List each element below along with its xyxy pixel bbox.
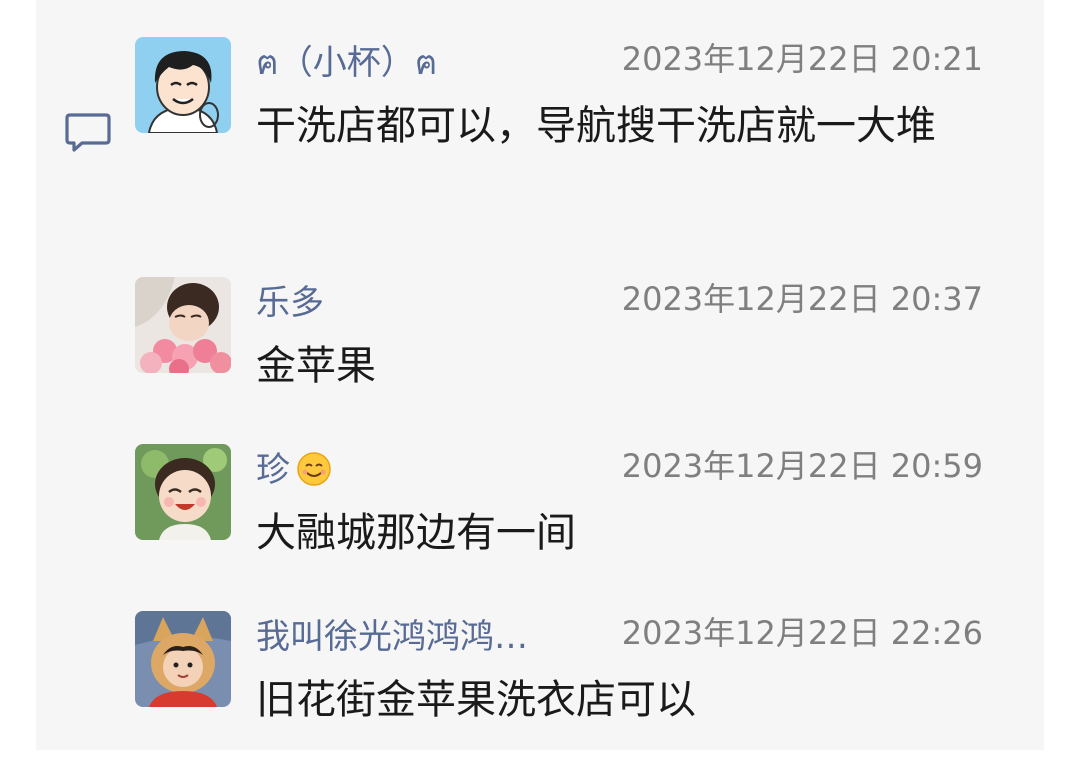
comment-item[interactable]: 珍 2023年12月22日 20:59 大融城那边有一间 xyxy=(135,444,1005,564)
commenter-name[interactable]: 珍 xyxy=(256,450,332,496)
comment-text: 干洗店都可以，导航搜干洗店就一大堆 xyxy=(256,103,936,149)
comment-timestamp: 2023年12月22日 20:21 xyxy=(621,40,983,78)
comment-timestamp: 2023年12月22日 22:26 xyxy=(621,614,983,652)
comment-item[interactable]: 乐多 2023年12月22日 20:37 金苹果 xyxy=(135,277,1005,397)
commenter-name-text: 珍 xyxy=(256,450,290,490)
boy-cartoon-avatar[interactable] xyxy=(135,37,231,133)
girl-costume-avatar[interactable] xyxy=(135,611,231,707)
comment-text: 金苹果 xyxy=(256,343,376,389)
commenter-name[interactable]: 乐多 xyxy=(256,283,324,323)
comment-item[interactable]: ฅ（小杯）ฅ 2023年12月22日 20:21 干洗店都可以，导航搜干洗店就一… xyxy=(135,37,1005,227)
girl-3d-avatar[interactable] xyxy=(135,444,231,540)
comment-text: 旧花街金苹果洗衣店可以 xyxy=(256,677,696,723)
commenter-name[interactable]: ฅ（小杯）ฅ xyxy=(256,43,438,83)
comment-bubble-icon xyxy=(64,112,112,154)
smiling-face-emoji xyxy=(296,451,332,496)
comment-text: 大融城那边有一间 xyxy=(256,510,576,556)
commenter-name[interactable]: 我叫徐光鸿鸿鸿… xyxy=(256,617,528,657)
comment-item[interactable]: 我叫徐光鸿鸿鸿… 2023年12月22日 22:26 旧花街金苹果洗衣店可以 xyxy=(135,611,1005,731)
comment-timestamp: 2023年12月22日 20:37 xyxy=(621,280,983,318)
comment-timestamp: 2023年12月22日 20:59 xyxy=(621,447,983,485)
girl-flowers-avatar[interactable] xyxy=(135,277,231,373)
